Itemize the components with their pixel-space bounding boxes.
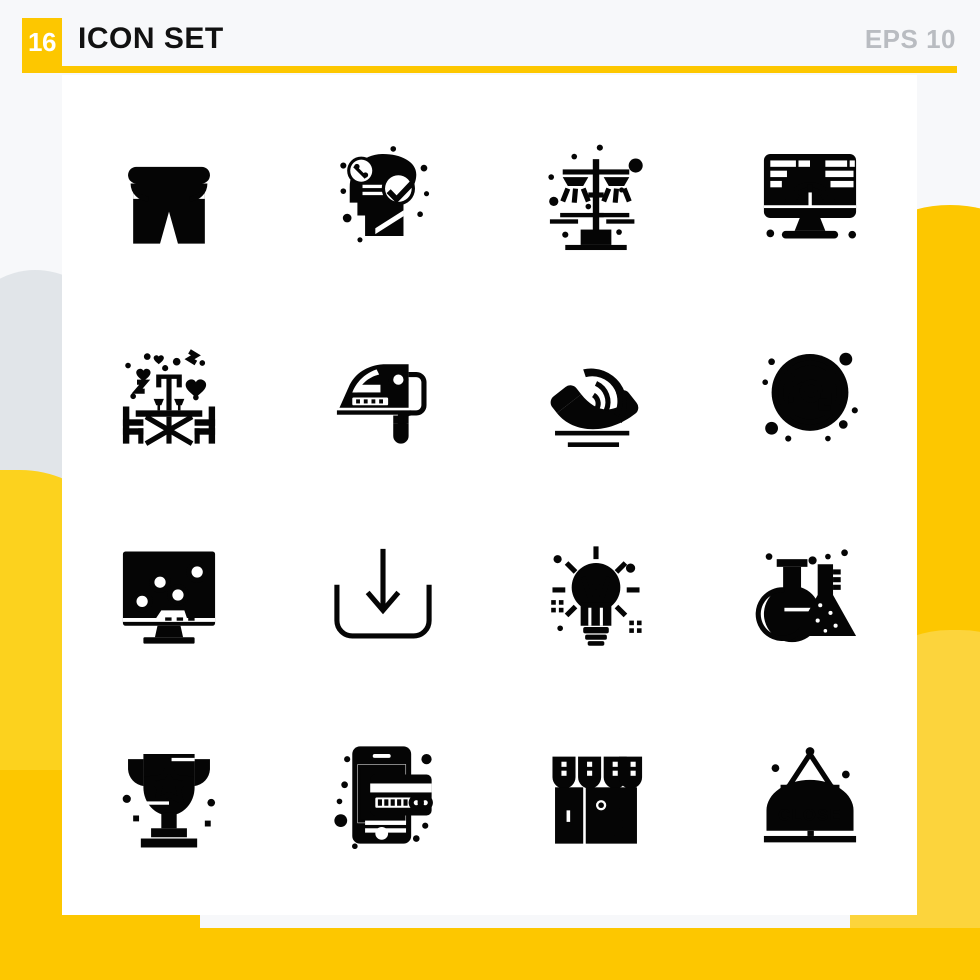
icon-cell-mobile-payment[interactable] xyxy=(276,695,490,895)
page-title: ICON SET xyxy=(78,22,224,55)
shop-front-icon xyxy=(552,756,643,844)
icon-count-badge: 16 xyxy=(22,18,62,66)
icon-cell-watt-light-bulb[interactable] xyxy=(490,495,704,695)
star-trophy-icon xyxy=(122,754,215,848)
icon-cell-balance-scale[interactable] xyxy=(490,95,704,295)
clothes-iron-icon xyxy=(336,364,427,444)
icon-cell-clothes-iron[interactable] xyxy=(276,295,490,495)
ringing-phone-icon xyxy=(551,368,639,447)
icon-cell-romantic-dinner-table[interactable] xyxy=(62,295,276,495)
icon-set-poster: 16 ICON SET EPS 10 CLOSE xyxy=(0,0,980,980)
icon-cell-shorts[interactable] xyxy=(62,95,276,295)
header-divider xyxy=(22,66,957,73)
icon-cell-download[interactable] xyxy=(276,495,490,695)
icon-cell-monitor-analytics[interactable] xyxy=(62,495,276,695)
icon-cell-close-sign[interactable]: CLOSE xyxy=(703,695,917,895)
icon-cell-head-percentage-check[interactable] xyxy=(276,95,490,295)
romantic-dinner-table-icon xyxy=(122,349,215,446)
icon-cell-star-trophy[interactable] xyxy=(62,695,276,895)
monitor-analytics-icon xyxy=(122,551,215,644)
monitor-dashboard-icon xyxy=(764,154,857,239)
close-sign-label: CLOSE xyxy=(778,806,842,825)
chemistry-flasks-icon xyxy=(755,549,857,643)
close-sign-icon: CLOSE xyxy=(764,747,857,843)
icon-cell-chemistry-flasks[interactable] xyxy=(703,495,917,695)
icon-cell-shop-front[interactable] xyxy=(490,695,704,895)
decorative-yellow-bar-bottom xyxy=(0,928,980,980)
mobile-payment-icon xyxy=(333,746,433,850)
icon-grid: CLOSE xyxy=(62,95,917,895)
poster-header: 16 ICON SET EPS 10 xyxy=(0,0,980,75)
balance-scale-icon xyxy=(548,144,644,251)
icon-cell-monitor-dashboard[interactable] xyxy=(703,95,917,295)
watt-light-bulb-icon xyxy=(551,546,642,646)
head-percentage-check-icon xyxy=(339,146,429,243)
shorts-icon xyxy=(127,166,210,244)
no-co2-emission-icon xyxy=(762,352,858,442)
icon-cell-no-co2-emission[interactable] xyxy=(703,295,917,495)
icon-cell-ringing-phone[interactable] xyxy=(490,295,704,495)
download-tray-icon xyxy=(333,548,432,639)
format-label: EPS 10 xyxy=(864,24,956,54)
